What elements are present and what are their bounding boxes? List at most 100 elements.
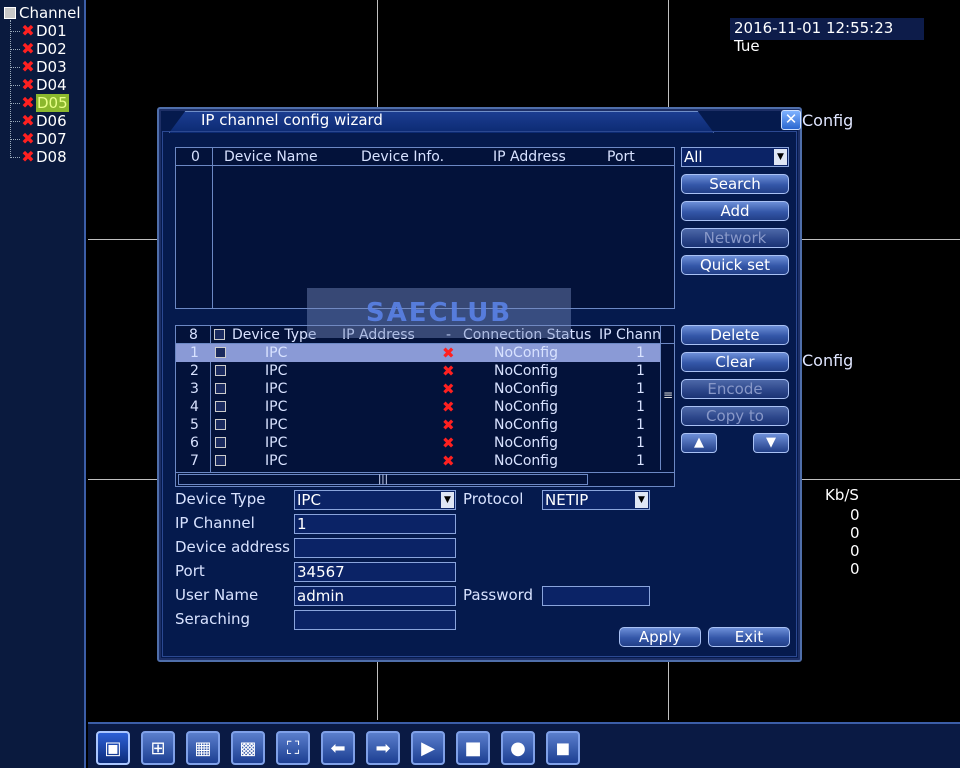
tree-item-d06[interactable]: ✖ D06 (10, 112, 67, 130)
col-ip-address[interactable]: IP Address (493, 148, 566, 166)
scroll-thumb[interactable]: ||| (178, 474, 588, 485)
tree-item-label: D03 (36, 58, 67, 76)
channel-tree-root[interactable]: Channel (4, 4, 81, 22)
tree-item-d03[interactable]: ✖ D03 (10, 58, 67, 76)
copy-to-button[interactable]: Copy to (681, 406, 789, 426)
device-address-field[interactable] (294, 538, 456, 558)
select-all-checkbox[interactable] (214, 329, 225, 340)
red-x-icon: ✖ (21, 75, 35, 94)
table-row[interactable]: 3 IPC ✖ NoConfig 1 (176, 380, 660, 398)
tree-item-d04[interactable]: ✖ D04 (10, 76, 67, 94)
searching-field[interactable] (294, 610, 456, 630)
red-x-icon: ✖ (442, 362, 455, 380)
row-number: 6 (190, 435, 199, 451)
add-button[interactable]: Add (681, 201, 789, 221)
search-results-table[interactable]: 0 Device Name Device Info. IP Address Po… (175, 147, 675, 309)
row-status: NoConfig (494, 453, 558, 469)
quick-set-button[interactable]: Quick set (681, 255, 789, 275)
row-status: NoConfig (494, 363, 558, 379)
kbs-value: 0 (850, 542, 860, 560)
table-row[interactable]: 1 IPC ✖ NoConfig 1 (176, 344, 660, 362)
port-field[interactable]: 34567 (294, 562, 456, 582)
filter-select-value: All (684, 148, 703, 166)
tree-item-d08[interactable]: ✖ D08 (10, 148, 67, 166)
six-view-button[interactable]: ▦ (186, 731, 220, 765)
record-play-button[interactable]: ● (501, 731, 535, 765)
tree-item-d01[interactable]: ✖ D01 (10, 22, 67, 40)
tree-item-d02[interactable]: ✖ D02 (10, 40, 67, 58)
red-x-icon: ✖ (21, 147, 35, 166)
exit-button[interactable]: Exit (708, 627, 790, 647)
row-checkbox[interactable] (215, 365, 226, 376)
red-x-icon: ✖ (442, 380, 455, 398)
user-name-label: User Name (175, 586, 259, 604)
col-device-type[interactable]: Device Type (232, 326, 317, 344)
apply-button[interactable]: Apply (619, 627, 701, 647)
previous-button[interactable]: ⬅ (321, 731, 355, 765)
filter-select[interactable]: All ▼ (681, 147, 789, 167)
search-button[interactable]: Search (681, 174, 789, 194)
record-stop-button[interactable]: ◼ (546, 731, 580, 765)
col-device-info[interactable]: Device Info. (361, 148, 444, 166)
quad-view-icon: ⊞ (150, 737, 166, 759)
red-x-icon: ✖ (21, 93, 35, 112)
password-field[interactable] (542, 586, 650, 606)
row-checkbox[interactable] (215, 383, 226, 394)
table-row[interactable]: 5 IPC ✖ NoConfig 1 (176, 416, 660, 434)
col-port[interactable]: Port (607, 148, 635, 166)
row-device-type: IPC (265, 381, 288, 397)
table-row[interactable]: 6 IPC ✖ NoConfig 1 (176, 434, 660, 452)
row-device-type: IPC (265, 435, 288, 451)
row-number: 7 (190, 453, 199, 469)
protocol-select[interactable]: NETIP ▼ (542, 490, 650, 510)
nine-view-button[interactable]: ▩ (231, 731, 265, 765)
bottom-toolbar: ▣ ⊞ ▦ ▩ ⛶ ⬅ ➡ ▶ ■ ● ◼ (88, 722, 960, 768)
col-device-name[interactable]: Device Name (224, 148, 318, 166)
col-ip-channel[interactable]: IP Chann (599, 326, 661, 344)
row-checkbox[interactable] (215, 419, 226, 430)
encode-button[interactable]: Encode (681, 379, 789, 399)
next-button[interactable]: ➡ (366, 731, 400, 765)
network-button[interactable]: Network (681, 228, 789, 248)
clear-button[interactable]: Clear (681, 352, 789, 372)
vertical-scrollbar[interactable]: ≡ (660, 326, 674, 470)
row-checkbox[interactable] (215, 347, 226, 358)
table-row[interactable]: 2 IPC ✖ NoConfig 1 (176, 362, 660, 380)
row-checkbox[interactable] (215, 455, 226, 466)
table-row[interactable]: 4 IPC ✖ NoConfig 1 (176, 398, 660, 416)
table-row[interactable]: 7 IPC ✖ NoConfig 1 (176, 452, 660, 470)
row-ip-channel: 1 (636, 345, 645, 361)
result-count: 0 (191, 149, 200, 165)
single-view-button[interactable]: ▣ (96, 731, 130, 765)
device-address-label: Device address (175, 538, 290, 556)
row-number: 2 (190, 363, 199, 379)
quad-view-button[interactable]: ⊞ (141, 731, 175, 765)
channel-table[interactable]: 8 Device Type IP Address - Connection St… (175, 325, 675, 487)
red-x-icon: ✖ (21, 129, 35, 148)
user-name-field[interactable]: admin (294, 586, 456, 606)
fullscreen-button[interactable]: ⛶ (276, 731, 310, 765)
red-x-icon: ✖ (442, 398, 455, 416)
row-checkbox[interactable] (215, 437, 226, 448)
move-up-button[interactable]: ▲ (681, 433, 717, 453)
row-status: NoConfig (494, 417, 558, 433)
device-type-select[interactable]: IPC ▼ (294, 490, 456, 510)
row-status: NoConfig (494, 381, 558, 397)
tree-item-d05[interactable]: ✖ D05 (10, 94, 69, 112)
port-label: Port (175, 562, 205, 580)
record-stop-button[interactable]: ■ (456, 731, 490, 765)
row-status: NoConfig (494, 435, 558, 451)
searching-label: Seraching (175, 610, 251, 628)
row-number: 4 (190, 399, 199, 415)
horizontal-scrollbar[interactable]: ||| (176, 472, 674, 486)
arrow-up-icon: ▲ (694, 435, 704, 450)
tree-item-d07[interactable]: ✖ D07 (10, 130, 67, 148)
ip-channel-field[interactable]: 1 (294, 514, 456, 534)
move-down-button[interactable]: ▼ (753, 433, 789, 453)
playback-button[interactable]: ▶ (411, 731, 445, 765)
ip-channel-label: IP Channel (175, 514, 255, 532)
row-ip-channel: 1 (636, 453, 645, 469)
delete-button[interactable]: Delete (681, 325, 789, 345)
row-checkbox[interactable] (215, 401, 226, 412)
close-icon[interactable]: ✕ (781, 110, 801, 130)
